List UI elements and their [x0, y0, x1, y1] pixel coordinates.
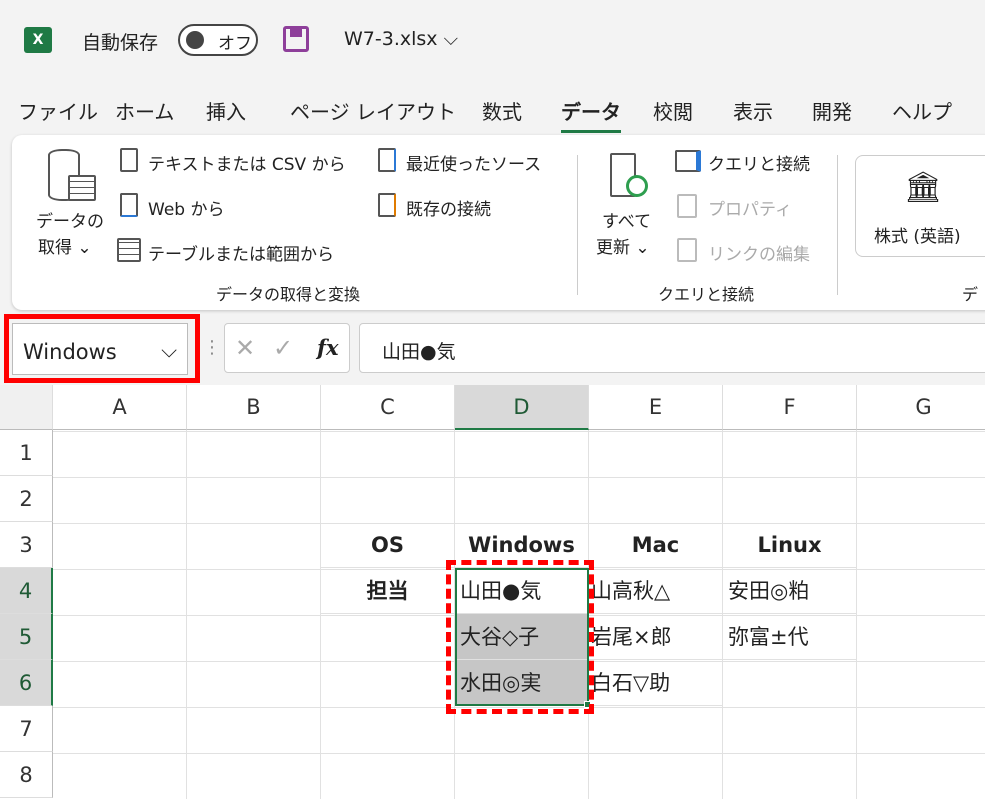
recent-sources-icon [378, 148, 396, 172]
queries-connections-button[interactable]: クエリと接続 [708, 150, 810, 175]
autosave-toggle[interactable]: オフ [178, 24, 258, 56]
tab-insert[interactable]: 挿入 [206, 96, 246, 125]
cell-f5[interactable]: 弥富±代 [723, 614, 857, 660]
existing-connections-button[interactable]: 既存の接続 [406, 195, 491, 220]
refresh-icon [626, 175, 648, 197]
row-header-7[interactable]: 7 [0, 706, 53, 752]
title-bar: X 自動保存 オフ W7-3.xlsx ⌵ [0, 0, 985, 80]
column-header-c[interactable]: C [321, 385, 455, 430]
column-header-e[interactable]: E [589, 385, 723, 430]
group-label-queries: クエリと接続 [658, 285, 755, 304]
row-header-2[interactable]: 2 [0, 476, 53, 522]
tab-review[interactable]: 校閲 [653, 96, 693, 125]
queries-pane-icon [675, 150, 701, 172]
tab-help[interactable]: ヘルプ [892, 96, 952, 125]
cancel-icon[interactable]: ✕ [235, 334, 255, 362]
row-header-1[interactable]: 1 [0, 430, 53, 476]
formula-buttons: ✕ ✓ fx [224, 323, 350, 373]
group-label-get-transform: データの取得と変換 [216, 285, 361, 304]
group-divider [577, 155, 578, 295]
formula-input[interactable]: 山田●気 [359, 323, 985, 373]
column-header-a[interactable]: A [53, 385, 187, 430]
properties-button[interactable]: プロパティ [708, 195, 792, 220]
cell-c3[interactable]: OS [321, 522, 455, 568]
row-header-6[interactable]: 6 [0, 660, 53, 706]
group-label-data-types: デ [962, 285, 979, 304]
stocks-button[interactable]: 🏛 株式 (英語) [855, 155, 985, 257]
cell-c4[interactable]: 担当 [321, 568, 455, 614]
existing-connections-icon [378, 193, 396, 217]
tab-data[interactable]: データ [561, 96, 621, 133]
edit-links-button[interactable]: リンクの編集 [708, 240, 810, 265]
fx-icon[interactable]: fx [317, 335, 339, 360]
autosave-state: オフ [218, 34, 252, 54]
row-header-4[interactable]: 4 [0, 568, 53, 614]
cell-e6[interactable]: 白石▽助 [589, 660, 723, 706]
text-file-icon [120, 148, 138, 172]
column-header-f[interactable]: F [723, 385, 857, 430]
cell-f4[interactable]: 安田◎粕 [723, 568, 857, 614]
ribbon: データの 取得 ⌄ テキストまたは CSV から Web から テーブルまたは範… [12, 135, 985, 310]
column-header-g[interactable]: G [857, 385, 985, 430]
column-header-d[interactable]: D [455, 385, 589, 430]
drag-handle[interactable]: ⋮ [203, 337, 221, 358]
cell-f3[interactable]: Linux [723, 522, 857, 568]
tab-home[interactable]: ホーム [115, 96, 174, 125]
row-header-8[interactable]: 8 [0, 752, 53, 798]
excel-logo-icon: X [24, 27, 52, 53]
from-web-button[interactable]: Web から [148, 195, 224, 220]
group-divider [837, 155, 838, 295]
from-text-csv-button[interactable]: テキストまたは CSV から [148, 150, 346, 175]
selection-highlight [446, 560, 594, 714]
tab-page-layout[interactable]: ページ レイアウト [290, 96, 456, 125]
enter-icon[interactable]: ✓ [273, 334, 293, 362]
cell-e4[interactable]: 山高秋△ [589, 568, 723, 614]
web-icon [120, 193, 138, 217]
filename-dropdown[interactable]: W7-3.xlsx ⌵ [344, 28, 458, 50]
select-all-button[interactable] [0, 385, 53, 430]
table-range-icon [117, 238, 141, 262]
row-header-3[interactable]: 3 [0, 522, 53, 568]
properties-icon [677, 194, 697, 218]
cell-e5[interactable]: 岩尾×郎 [589, 614, 723, 660]
tab-formulas[interactable]: 数式 [482, 96, 522, 125]
autosave-label: 自動保存 [82, 32, 159, 54]
tab-file[interactable]: ファイル [18, 96, 98, 125]
edit-links-icon [677, 238, 697, 262]
bank-icon: 🏛 [904, 170, 943, 205]
row-header-5[interactable]: 5 [0, 614, 53, 660]
ribbon-tabs: ファイル ホーム 挿入 ページ レイアウト 数式 データ 校閲 表示 開発 ヘル… [0, 92, 985, 133]
recent-sources-button[interactable]: 最近使ったソース [406, 150, 541, 175]
column-header-b[interactable]: B [187, 385, 321, 430]
tab-developer[interactable]: 開発 [812, 96, 852, 125]
save-icon[interactable] [283, 26, 309, 52]
name-box-highlight [4, 314, 200, 383]
tab-view[interactable]: 表示 [733, 96, 773, 125]
cell-e3[interactable]: Mac [589, 522, 723, 568]
table-icon [68, 175, 96, 201]
from-table-button[interactable]: テーブルまたは範囲から [148, 240, 334, 265]
